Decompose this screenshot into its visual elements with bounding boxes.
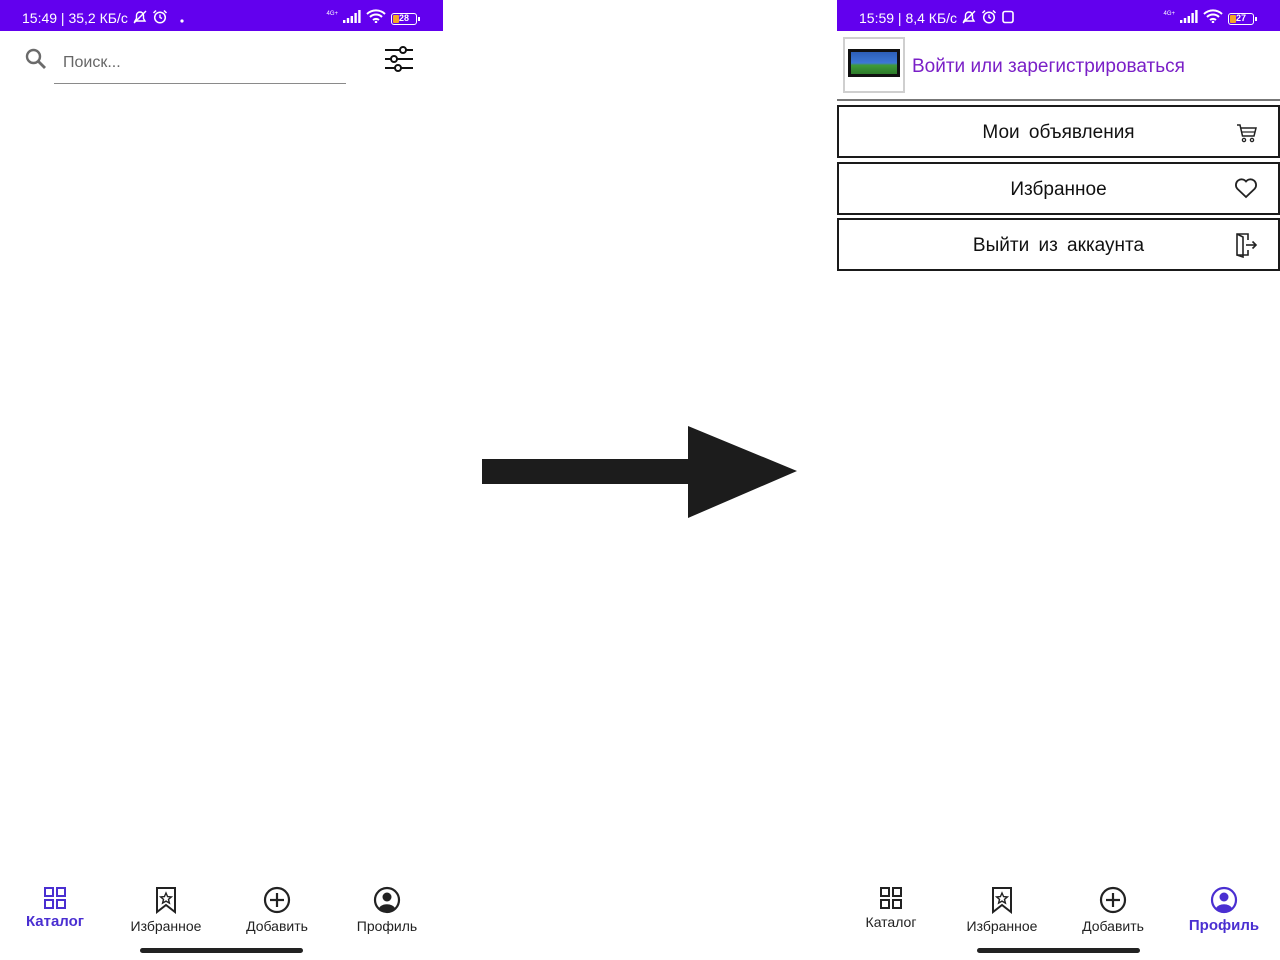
network-type: 4G+ — [1163, 10, 1175, 17]
avatar[interactable] — [843, 37, 905, 93]
heart-icon — [1234, 177, 1258, 204]
notification-dot-icon — [180, 10, 184, 26]
bookmark-star-icon — [156, 887, 176, 914]
account-icon — [1210, 886, 1238, 914]
nav-label-favorites: Избранное — [966, 918, 1038, 934]
profile-screen: 15:59 | 8,4 КБ/с 4G+ 27 Войти или зареги… — [837, 0, 1280, 960]
alarm-off-icon — [132, 10, 148, 27]
signal-icon — [1180, 9, 1198, 28]
alarm-off-icon — [961, 10, 977, 27]
nav-label-catalog: Каталог — [865, 914, 917, 930]
battery-level: 28 — [398, 12, 409, 23]
screen-record-icon — [1001, 10, 1015, 27]
account-icon — [373, 886, 401, 914]
search-icon[interactable] — [24, 47, 48, 76]
home-indicator[interactable] — [977, 948, 1140, 953]
nav-item-add[interactable]: Добавить — [1068, 876, 1158, 936]
cart-icon — [1236, 123, 1258, 148]
logout-button[interactable]: Выйти из аккаунта — [837, 218, 1280, 271]
nav-label-favorites: Избранное — [130, 918, 202, 934]
nav-item-catalog[interactable]: Каталог — [846, 876, 936, 936]
plus-circle-icon — [263, 886, 291, 914]
network-type: 4G+ — [326, 10, 338, 17]
battery-level: 27 — [1235, 12, 1246, 23]
nav-label-profile: Профиль — [356, 918, 418, 934]
logout-door-icon — [1234, 232, 1258, 263]
bottom-navigation: Каталог Избранное Добавить Профиль — [0, 876, 443, 936]
catalog-screen: 15:49 | 35,2 КБ/с 4G+ 28 Поиск... Катало… — [0, 0, 443, 960]
login-register-link[interactable]: Войти или зарегистрироваться — [912, 56, 1185, 78]
status-bar: 15:59 | 8,4 КБ/с 4G+ 27 — [837, 0, 1280, 31]
bottom-navigation: Каталог Избранное Добавить Профиль — [837, 876, 1280, 936]
nav-item-profile[interactable]: Профиль — [1179, 876, 1269, 936]
nav-label-add: Добавить — [1082, 918, 1144, 934]
nav-item-favorites[interactable]: Избранное — [121, 876, 211, 936]
plus-circle-icon — [1099, 886, 1127, 914]
favorites-button[interactable]: Избранное — [837, 162, 1280, 215]
status-time-speed: 15:59 | 8,4 КБ/с — [859, 10, 958, 26]
my-listings-label: Мои объявления — [982, 122, 1135, 143]
battery-icon: 27 — [1228, 12, 1257, 25]
battery-icon: 28 — [391, 12, 420, 25]
nav-label-catalog: Каталог — [25, 913, 85, 930]
signal-icon — [343, 9, 361, 28]
search-input[interactable] — [54, 42, 346, 84]
nav-item-favorites[interactable]: Избранное — [957, 876, 1047, 936]
logout-label: Выйти из аккаунта — [972, 235, 1145, 256]
profile-header: Войти или зарегистрироваться — [837, 31, 1280, 101]
grid-icon — [44, 887, 66, 909]
alarm-clock-icon — [981, 9, 997, 27]
bookmark-star-icon — [992, 887, 1012, 914]
wifi-icon — [1203, 9, 1223, 28]
nav-item-catalog[interactable]: Каталог — [10, 876, 100, 936]
nav-label-add: Добавить — [246, 918, 308, 934]
nav-item-profile[interactable]: Профиль — [342, 876, 432, 936]
avatar-image — [848, 49, 900, 77]
my-listings-button[interactable]: Мои объявления — [837, 105, 1280, 158]
status-time-speed: 15:49 | 35,2 КБ/с — [22, 10, 128, 26]
favorites-label: Избранное — [1010, 179, 1107, 200]
nav-label-profile: Профиль — [1188, 917, 1260, 934]
status-bar: 15:49 | 35,2 КБ/с 4G+ 28 — [0, 0, 443, 31]
wifi-icon — [366, 9, 386, 28]
grid-icon — [880, 887, 902, 909]
alarm-clock-icon — [152, 9, 168, 27]
sliders-icon[interactable] — [384, 45, 414, 78]
home-indicator[interactable] — [140, 948, 303, 953]
transition-arrow-icon — [482, 426, 797, 518]
nav-item-add[interactable]: Добавить — [232, 876, 322, 936]
